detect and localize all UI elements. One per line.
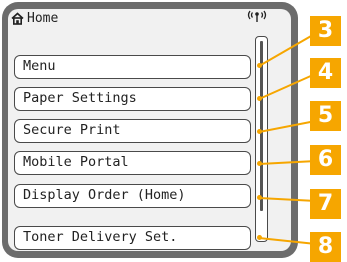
callout-8: 8 [310, 232, 341, 262]
callout-6: 6 [310, 145, 341, 175]
wireless-signal-icon [247, 10, 267, 22]
callout-3: 3 [310, 16, 341, 46]
callout-7: 7 [310, 189, 341, 219]
callout-4: 4 [310, 58, 341, 88]
paper-settings-button[interactable]: Paper Settings [14, 87, 251, 111]
home-icon[interactable] [11, 12, 24, 25]
callout-5: 5 [310, 101, 341, 131]
page-title: Home [27, 11, 59, 26]
secure-print-button[interactable]: Secure Print [14, 119, 251, 143]
mobile-portal-button[interactable]: Mobile Portal [14, 151, 251, 175]
display-order-home-button[interactable]: Display Order (Home) [14, 184, 251, 208]
menu-button[interactable]: Menu [14, 55, 251, 79]
toner-delivery-settings-button[interactable]: Toner Delivery Set. [14, 226, 251, 250]
